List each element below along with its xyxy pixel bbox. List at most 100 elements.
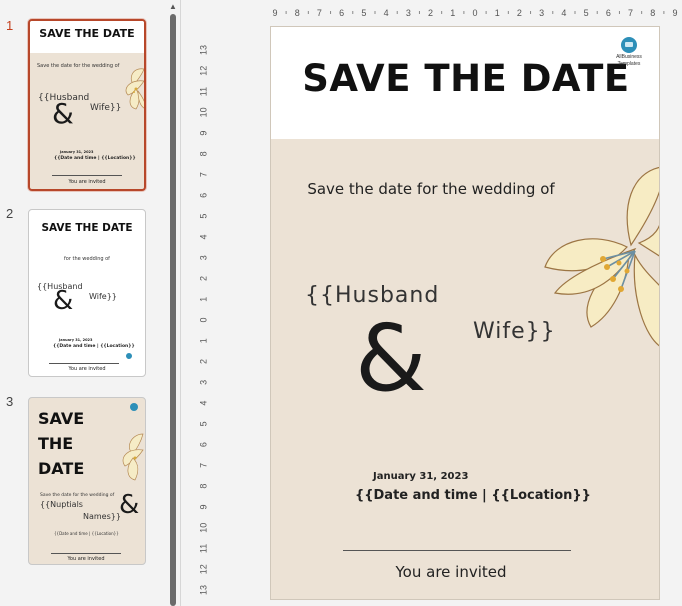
event-date[interactable]: January 31, 2023 [373, 471, 468, 482]
ruler-tick-label: 7 [198, 172, 208, 177]
ruler-tick-label: 9 [672, 8, 677, 18]
ruler-tick-label: 11 [198, 544, 208, 553]
slide-thumbnail-2[interactable]: SAVE THE DATE for the wedding of {{Husba… [28, 209, 146, 377]
thumb-divider [52, 175, 122, 176]
lily-flower-icon [544, 167, 659, 347]
thumb-title-line-1: SAVE [38, 409, 85, 428]
ruler-tick-label: 5 [361, 8, 366, 18]
vertical-ruler[interactable]: 13121110987654321012345678910111213 [196, 40, 212, 606]
slide-editor: 9876543210123456789 13 12 11 10 9 8 7 6 5 4 3 2 1 0 1 2… [182, 0, 682, 606]
ruler-tick-label: 12 [198, 564, 208, 574]
ruler-tick-label: 8 [650, 8, 655, 18]
ruler-tick-label: 3 [539, 8, 544, 18]
slide-subtitle[interactable]: Save the date for the wedding of [271, 180, 591, 198]
slide-number-1: 1 [6, 18, 14, 33]
ruler-tick-label: 2 [428, 8, 433, 18]
date-location-placeholder[interactable]: {{Date and time | {{Location}} [355, 488, 591, 503]
thumb-divider [49, 363, 119, 364]
ruler-tick-label: 3 [198, 380, 208, 385]
ruler-tick-label: 9 [272, 8, 277, 18]
ruler-tick-label: 1 [495, 8, 500, 18]
ruler-tick-label: 10 [198, 107, 208, 117]
thumb-subtitle: Save the date for the wedding of [37, 63, 120, 69]
ruler-tick-label: 6 [339, 8, 344, 18]
scroll-up-icon[interactable]: ▲ [169, 2, 177, 11]
thumb-title-line-3: DATE [38, 459, 85, 478]
thumb-wife: Wife}} [89, 292, 117, 301]
main-slide[interactable]: SAVE THE DATE AllBusiness Templates Save… [270, 26, 660, 600]
thumb-ampersand: & [53, 286, 74, 316]
ruler-tick-label: 3 [406, 8, 411, 18]
thumb-flower-icon [125, 68, 144, 110]
scrollbar-thumb[interactable] [170, 14, 176, 606]
ruler-tick-label: 8 [198, 151, 208, 156]
thumb-date: January 31, 2023 [60, 150, 94, 154]
ruler-tick-label: 7 [628, 8, 633, 18]
logo-text-line-2: Templates [617, 61, 641, 67]
ruler-tick-label: 0 [472, 8, 477, 18]
ruler-tick-label: 4 [198, 401, 208, 406]
pane-divider[interactable] [180, 0, 181, 606]
thumb-title-line-2: THE [38, 434, 74, 453]
ruler-tick-label: 4 [561, 8, 566, 18]
ruler-tick-label: 5 [198, 214, 208, 219]
ruler-tick-label: 6 [198, 442, 208, 447]
thumb-flower-icon [122, 433, 144, 481]
ruler-tick-label: 2 [198, 276, 208, 281]
ruler-tick-label: 11 [198, 87, 208, 96]
thumb-title: SAVE THE DATE [41, 222, 133, 234]
logo-text-line-1: AllBusiness [616, 54, 642, 60]
thumb-invited: You are invited [68, 179, 106, 185]
ruler-tick-label: 6 [198, 193, 208, 198]
ruler-tick-label: 7 [198, 463, 208, 468]
ruler-tick-label: 6 [606, 8, 611, 18]
ruler-tick-label: 5 [584, 8, 589, 18]
ruler-tick-label: 4 [384, 8, 389, 18]
slide-number-3: 3 [6, 394, 14, 409]
ruler-tick-label: 7 [317, 8, 322, 18]
ampersand[interactable]: & [355, 305, 427, 412]
thumb-datetime: {{Date and time | {{Location}} [53, 344, 135, 349]
ruler-tick-label: 1 [450, 8, 455, 18]
thumb-logo-icon [130, 403, 138, 411]
invitation-text[interactable]: You are invited [271, 563, 631, 581]
allbusiness-templates-logo: AllBusiness Templates [609, 37, 649, 67]
horizontal-ruler[interactable]: 9 8 7 6 5 4 3 2 1 0 1 2 3 4 5 6 7 8 9 [270, 4, 680, 20]
ruler-tick-label: 12 [198, 66, 208, 76]
thumb-subtitle: Save the date for the wedding of [40, 493, 115, 498]
slide-title[interactable]: SAVE THE DATE [271, 57, 659, 100]
thumb-title: SAVE THE DATE [39, 27, 135, 40]
powerpoint-editor: 1 SAVE THE DATE Save the date for the we… [0, 0, 682, 606]
wife-placeholder[interactable]: Wife}} [473, 319, 556, 344]
ruler-tick-label: 13 [198, 45, 208, 55]
ruler-tick-label: 0 [198, 317, 208, 322]
thumb-date: January 31, 2023 [59, 338, 93, 342]
ruler-tick-label: 8 [198, 484, 208, 489]
thumb-datetime: {{Date and time | {{Location}} [54, 156, 136, 161]
slide-number-2: 2 [6, 206, 14, 221]
thumb-ampersand: & [52, 97, 74, 130]
slide-thumbnail-1[interactable]: SAVE THE DATE Save the date for the wedd… [28, 19, 146, 191]
thumb-invited: You are invited [68, 366, 106, 372]
slide-thumbnail-3[interactable]: SAVE THE DATE Save the date for the wedd… [28, 397, 146, 565]
thumbnail-scrollbar[interactable]: ▲ [168, 0, 178, 606]
thumb-datetime: {{Date and time | {{Location}} [54, 531, 119, 536]
ruler-tick-label: 2 [517, 8, 522, 18]
ruler-tick-label: 2 [198, 359, 208, 364]
ruler-tick-label: 3 [198, 255, 208, 260]
thumb-ampersand: & [119, 490, 140, 520]
thumb-logo-icon [126, 353, 132, 359]
ruler-tick-label: 9 [198, 504, 208, 509]
ruler-tick-label: 8 [295, 8, 300, 18]
ruler-tick-label: 5 [198, 421, 208, 426]
ruler-tick-label: 1 [198, 297, 208, 302]
thumb-names: Names}} [83, 512, 121, 521]
ruler-tick-label: 1 [198, 338, 208, 343]
ruler-tick-label: 4 [198, 234, 208, 239]
signature-line [343, 550, 571, 551]
laptop-icon [621, 37, 637, 53]
slide-thumbnail-pane: 1 SAVE THE DATE Save the date for the we… [0, 0, 168, 606]
thumb-title: SAVE THE DATE [38, 406, 84, 481]
thumb-subtitle: for the wedding of [64, 256, 110, 262]
ruler-tick-label: 9 [198, 131, 208, 136]
